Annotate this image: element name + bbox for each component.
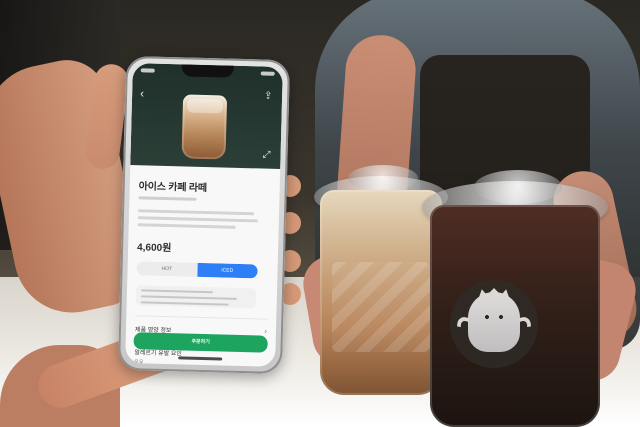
phone-notch [181, 64, 234, 78]
order-button[interactable]: 주문하기 [133, 332, 268, 353]
notice-line-2 [140, 295, 237, 300]
temperature-option-hot[interactable]: HOT [136, 261, 197, 277]
phone-screen: ‹ ⇪ ⤢ 아이스 카페 라떼 4,600원 HOT ICED 제품 영양 정보… [125, 63, 283, 367]
english-name-line [138, 196, 197, 201]
notice-line-3 [140, 301, 229, 306]
description-line-1 [138, 209, 255, 216]
smartphone: ‹ ⇪ ⤢ 아이스 카페 라떼 4,600원 HOT ICED 제품 영양 정보… [117, 55, 291, 375]
temperature-option-iced[interactable]: ICED [196, 262, 258, 279]
notice-line-1 [140, 289, 214, 294]
product-hero-image: ‹ ⇪ ⤢ [130, 63, 283, 169]
expand-icon[interactable]: ⤢ [260, 149, 272, 161]
ice-texture [332, 262, 430, 352]
drink-foam [186, 98, 224, 114]
latte-lid-dome [348, 165, 418, 191]
iced-latte-cup [320, 190, 442, 395]
notice-box [135, 285, 257, 309]
temperature-toggle[interactable]: HOT ICED [136, 261, 258, 279]
photo-scene: ‹ ⇪ ⤢ 아이스 카페 라떼 4,600원 HOT ICED 제품 영양 정보… [0, 0, 640, 427]
starbucks-logo-icon [450, 280, 538, 368]
description-line-2 [137, 216, 258, 223]
product-price: 4,600원 [136, 242, 172, 255]
status-indicator-right [260, 71, 275, 76]
logo-crown-icon [478, 288, 510, 300]
share-icon[interactable]: ⇪ [262, 90, 274, 102]
drink-image [181, 94, 228, 160]
logo-eyes-icon [481, 314, 507, 320]
status-indicator-left [140, 68, 155, 73]
description-line-3 [137, 223, 236, 229]
chevron-left-icon[interactable]: ‹ [140, 86, 152, 100]
coffee-lid-dome [474, 170, 562, 204]
product-title: 아이스 카페 라떼 [138, 181, 208, 195]
chevron-right-icon: › [264, 326, 268, 336]
